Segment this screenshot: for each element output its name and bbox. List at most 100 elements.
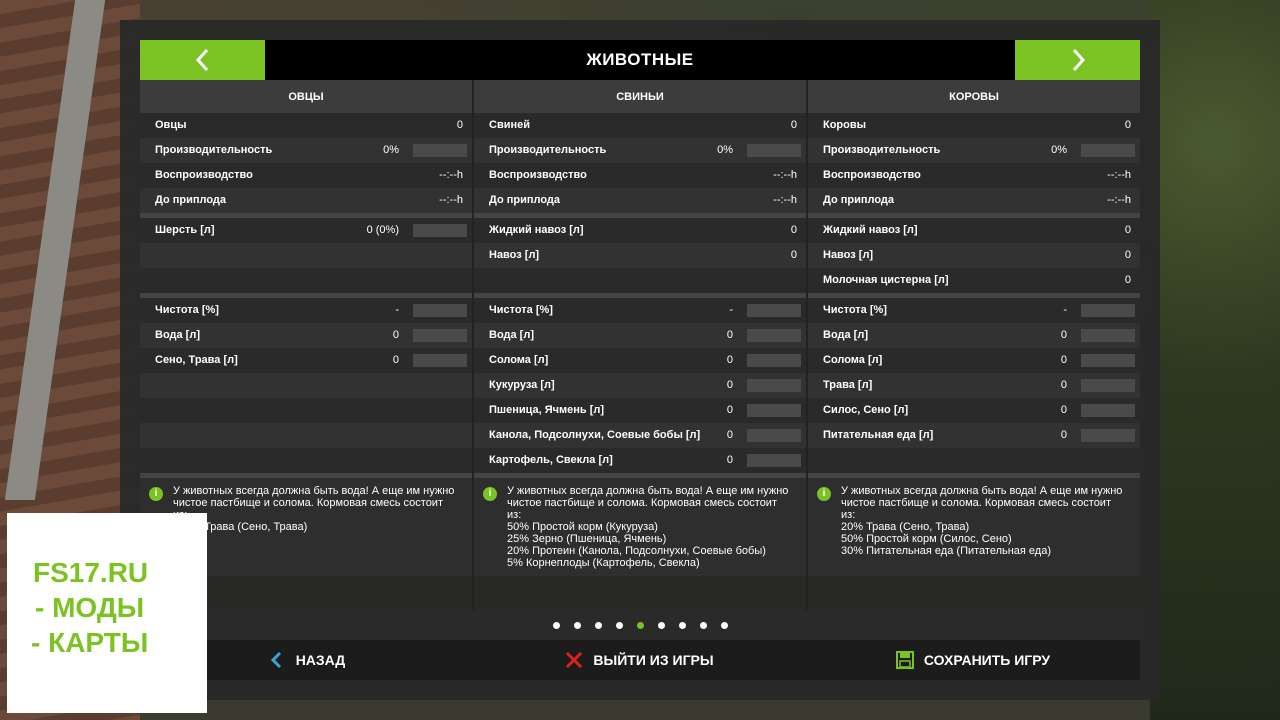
page-dot[interactable] — [678, 621, 686, 629]
feed-info-line: 5% Корнеплоды (Картофель, Свекла) — [507, 557, 700, 569]
stat-row: Жидкий навоз [л] 0 — [474, 218, 806, 243]
feed-info-line: чистое пастбище и солома. Кормовая смесь… — [173, 497, 443, 509]
page-dot[interactable] — [636, 621, 644, 629]
stat-label: Жидкий навоз [л] — [823, 224, 918, 236]
stat-label: Жидкий навоз [л] — [489, 224, 584, 236]
stat-row: Производительность 0% — [808, 138, 1140, 163]
stat-label: Производительность — [155, 144, 273, 156]
feed-info-line: 20% Трава (Сено, Трава) — [841, 521, 970, 533]
level-bar — [413, 354, 467, 367]
level-bar — [747, 144, 801, 157]
stat-value: 0 — [726, 329, 733, 341]
stat-row: Трава [л] 0 — [808, 373, 1140, 398]
stat-row: Жидкий навоз [л] 0 — [808, 218, 1140, 243]
stat-value: --:--h — [1107, 194, 1131, 206]
back-arrow-icon — [270, 651, 281, 669]
stat-label: До приплода — [155, 194, 227, 206]
stat-label: Солома [л] — [823, 354, 883, 366]
stat-label: Питательная еда [л] — [823, 429, 934, 441]
stat-row: Коровы 0 — [808, 113, 1140, 138]
info-icon: i — [817, 487, 831, 501]
feed-info-line: 50% Простой корм (Силос, Сено) — [841, 533, 1012, 545]
prev-page-button[interactable] — [140, 40, 265, 80]
stat-label: Воспроизводство — [489, 169, 587, 181]
level-bar — [747, 429, 801, 442]
page-dot[interactable] — [615, 621, 623, 629]
stat-row: Силос, Сено [л] 0 — [808, 398, 1140, 423]
stat-label: Канола, Подсолнухи, Соевые бобы [л] — [489, 429, 701, 441]
stat-value: 0 — [726, 354, 733, 366]
stat-value: - — [395, 304, 399, 316]
stat-value: 0 — [726, 404, 733, 416]
feed-info-text: У животных всегда должна быть вода! А ещ… — [841, 485, 1140, 557]
stat-value: 0 — [392, 329, 399, 341]
stat-row — [140, 373, 472, 398]
page-dot[interactable] — [720, 621, 728, 629]
info-icon: i — [149, 487, 163, 501]
stat-label: Пшеница, Ячмень [л] — [489, 404, 605, 416]
stat-row — [140, 398, 472, 423]
level-bar — [1081, 404, 1135, 417]
stat-label: Чистота [%] — [155, 304, 219, 316]
stat-value: 0 — [1060, 329, 1067, 341]
stat-row: Свиней 0 — [474, 113, 806, 138]
page-dot[interactable] — [699, 621, 707, 629]
animal-column: КОРОВЫ Коровы 0 Производительность 0% Воспрои… — [808, 80, 1140, 576]
stat-value: 0 — [1060, 354, 1067, 366]
stat-label: Молочная цистерна [л] — [823, 274, 949, 286]
feed-info-line: из: — [173, 509, 472, 521]
stat-row: Воспроизводство --:--h — [474, 163, 806, 188]
stat-value: 0% — [1051, 144, 1067, 156]
chevron-right-icon — [1072, 48, 1085, 72]
page-dot[interactable] — [573, 621, 581, 629]
level-bar — [747, 354, 801, 367]
stat-value: 0% — [717, 144, 733, 156]
feed-info-line: 25% Зерно (Пшеница, Ячмень) — [507, 533, 667, 545]
save-game-button[interactable]: СОХРАНИТЬ ИГРУ — [806, 640, 1140, 680]
column-title: КОРОВЫ — [808, 80, 1140, 113]
stat-label: Вода [л] — [823, 329, 868, 341]
page-dot[interactable] — [594, 621, 602, 629]
feed-info-text: У животных всегда должна быть вода! А ещ… — [507, 485, 806, 569]
column-divider — [806, 80, 808, 680]
next-page-button[interactable] — [1015, 40, 1140, 80]
stat-row: Производительность 0% — [474, 138, 806, 163]
stat-row: Кукуруза [л] 0 — [474, 373, 806, 398]
stat-label: Чистота [%] — [489, 304, 553, 316]
stat-label: Навоз [л] — [489, 249, 540, 261]
stat-label: До приплода — [823, 194, 895, 206]
quit-game-button[interactable]: ВЫЙТИ ИЗ ИГРЫ — [473, 640, 806, 680]
stat-row: Воспроизводство --:--h — [808, 163, 1140, 188]
stat-row: Вода [л] 0 — [474, 323, 806, 348]
page-dot[interactable] — [552, 621, 560, 629]
info-icon: i — [483, 487, 497, 501]
stat-value: - — [1063, 304, 1067, 316]
back-button-label: НАЗАД — [295, 652, 346, 668]
stat-label: Навоз [л] — [823, 249, 874, 261]
stat-row: Вода [л] 0 — [140, 323, 472, 348]
stat-row: Навоз [л] 0 — [474, 243, 806, 268]
stat-value: 0 — [726, 454, 733, 466]
feed-info-line: У животных всегда должна быть вода! А ещ… — [173, 485, 455, 497]
stat-value: 0 — [1060, 429, 1067, 441]
stat-label: До приплода — [489, 194, 561, 206]
site-watermark: FS17.RU - МОДЫ - КАРТЫ — [7, 513, 207, 713]
stat-row: Шерсть [л] 0 (0%) — [140, 218, 472, 243]
stat-row: Навоз [л] 0 — [808, 243, 1140, 268]
level-bar — [413, 144, 467, 157]
stat-value: --:--h — [773, 194, 797, 206]
stat-value: 0 — [790, 119, 797, 131]
feed-info-line: 100% Трава (Сено, Трава) — [173, 521, 308, 533]
level-bar — [1081, 354, 1135, 367]
feed-info-line: 30% Питательная еда (Питательная еда) — [841, 545, 1052, 557]
stat-row: Овцы 0 — [140, 113, 472, 138]
level-bar — [1081, 329, 1135, 342]
background-tree — [1150, 0, 1280, 720]
stat-label: Вода [л] — [489, 329, 534, 341]
page-dot[interactable] — [657, 621, 665, 629]
stat-row: Питательная еда [л] 0 — [808, 423, 1140, 448]
feed-info-text: У животных всегда должна быть вода! А ещ… — [173, 485, 472, 533]
stat-row: Солома [л] 0 — [808, 348, 1140, 373]
stat-row — [474, 268, 806, 293]
column-title: СВИНЬИ — [474, 80, 806, 113]
